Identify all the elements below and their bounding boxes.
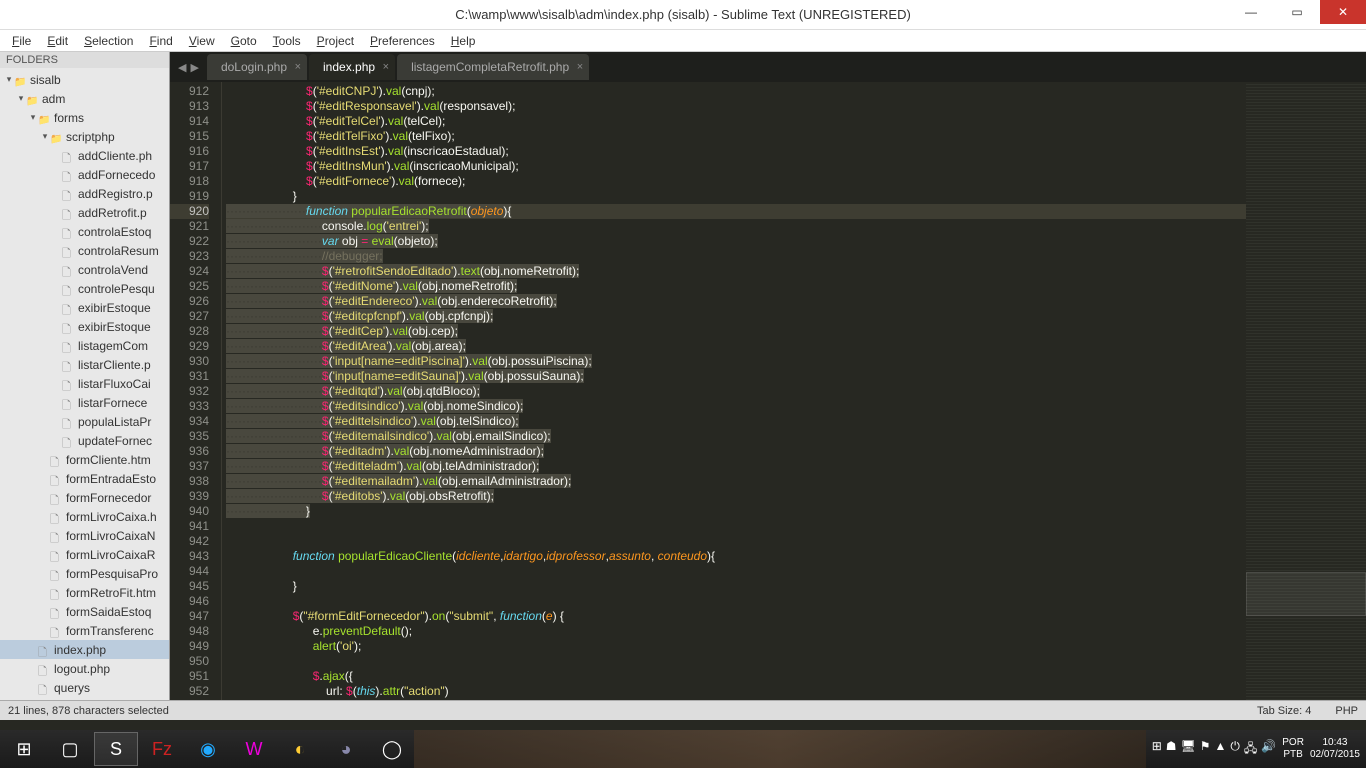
tray-lang[interactable]: PORPTB — [1282, 737, 1304, 761]
file-item[interactable]: formEntradaEsto — [0, 469, 169, 488]
system-tray[interactable]: ⊞ ☗ 🖥 ⚑ ▲ ⏻ 🖧 🔊 PORPTB 10:4302/07/2015 — [1146, 737, 1366, 761]
status-lang[interactable]: PHP — [1335, 705, 1358, 717]
tab-close-icon[interactable]: × — [577, 61, 583, 73]
sidebar-header: FOLDERS — [0, 52, 169, 68]
menu-project[interactable]: Project — [309, 34, 362, 48]
app-icon[interactable]: ◐ — [278, 732, 322, 766]
tabstrip: ◀ ▶ doLogin.php×index.php×listagemComple… — [170, 52, 1366, 82]
menu-preferences[interactable]: Preferences — [362, 34, 443, 48]
file-item[interactable]: formCliente.htm — [0, 450, 169, 469]
file-item[interactable]: exibirEstoque — [0, 298, 169, 317]
file-item[interactable]: controlaEstoq — [0, 222, 169, 241]
file-item[interactable]: index.php — [0, 640, 169, 659]
taskbar-bg — [414, 730, 1146, 768]
file-item[interactable]: querys — [0, 678, 169, 697]
folder-item[interactable]: ▾forms — [0, 108, 169, 127]
file-item[interactable]: formRetroFit.htm — [0, 583, 169, 602]
folder-item[interactable]: ▾scriptphp — [0, 127, 169, 146]
file-item[interactable]: listarFluxoCai — [0, 374, 169, 393]
file-item[interactable]: controlePesqu — [0, 279, 169, 298]
menu-find[interactable]: Find — [141, 34, 180, 48]
editor[interactable]: 9129139149159169179189199209219229239249… — [170, 82, 1366, 700]
wamp-icon[interactable]: W — [232, 732, 276, 766]
file-item[interactable]: controlaVend — [0, 260, 169, 279]
tab-right-icon[interactable]: ▶ — [190, 61, 198, 74]
maximize-button[interactable]: ▭ — [1274, 0, 1320, 24]
file-item[interactable]: formSaidaEstoq — [0, 602, 169, 621]
file-item[interactable]: addRegistro.p — [0, 184, 169, 203]
menu-edit[interactable]: Edit — [39, 34, 76, 48]
code-area[interactable]: $('#editCNPJ').val(cnpj); $('#editRespon… — [222, 82, 1246, 700]
tab-left-icon[interactable]: ◀ — [178, 61, 186, 74]
tray-icon[interactable]: ⏻ — [1230, 739, 1240, 760]
file-item[interactable]: listarCliente.p — [0, 355, 169, 374]
titlebar: C:\wamp\www\sisalb\adm\index.php (sisalb… — [0, 0, 1366, 30]
file-item[interactable]: formLivroCaixa.h — [0, 507, 169, 526]
file-item[interactable]: formLivroCaixaR — [0, 545, 169, 564]
tray-clock[interactable]: 10:4302/07/2015 — [1310, 737, 1360, 761]
chrome-icon[interactable]: ◯ — [370, 732, 414, 766]
tray-icon[interactable]: ⚑ — [1200, 739, 1211, 760]
menu-file[interactable]: File — [4, 34, 39, 48]
taskbar-apps: ⊞ ▢ S Fz ◉ W ◐ ◕ ◯ — [0, 732, 414, 766]
eclipse-icon[interactable]: ◕ — [324, 732, 368, 766]
file-item[interactable]: addRetrofit.p — [0, 203, 169, 222]
tray-icon[interactable]: ☗ — [1166, 739, 1177, 760]
start-button[interactable]: ⊞ — [2, 732, 46, 766]
tab-listagemCompletaRetrofit-php[interactable]: listagemCompletaRetrofit.php× — [397, 54, 589, 80]
tab-index-php[interactable]: index.php× — [309, 54, 395, 80]
menu-view[interactable]: View — [181, 34, 223, 48]
editor-zone: ◀ ▶ doLogin.php×index.php×listagemComple… — [170, 52, 1366, 700]
workspace: FOLDERS ▾sisalb▾adm▾forms▾scriptphpaddCl… — [0, 52, 1366, 700]
menubar: File Edit Selection Find View Goto Tools… — [0, 30, 1366, 52]
tab-doLogin-php[interactable]: doLogin.php× — [207, 54, 307, 80]
file-item[interactable]: formPesquisaPro — [0, 564, 169, 583]
close-button[interactable]: ✕ — [1320, 0, 1366, 24]
window-controls: — ▭ ✕ — [1228, 0, 1366, 24]
folder-item[interactable]: ▾sisalb — [0, 70, 169, 89]
tray-icon[interactable]: ▲ — [1215, 739, 1227, 760]
file-item[interactable]: logout.php — [0, 659, 169, 678]
file-item[interactable]: listagemCom — [0, 336, 169, 355]
file-item[interactable]: addCliente.ph — [0, 146, 169, 165]
tray-icon[interactable]: 🖧 — [1244, 739, 1257, 760]
sublime-icon[interactable]: S — [94, 732, 138, 766]
minimize-button[interactable]: — — [1228, 0, 1274, 24]
menu-goto[interactable]: Goto — [223, 34, 265, 48]
volume-icon[interactable]: 🔊 — [1261, 739, 1276, 760]
file-item[interactable]: exibirEstoque — [0, 317, 169, 336]
filezilla-icon[interactable]: Fz — [140, 732, 184, 766]
window-title: C:\wamp\www\sisalb\adm\index.php (sisalb… — [455, 7, 911, 22]
tray-icons[interactable]: ⊞ ☗ 🖥 ⚑ ▲ ⏻ 🖧 🔊 — [1152, 739, 1277, 760]
status-selection: 21 lines, 878 characters selected — [8, 705, 169, 717]
menu-selection[interactable]: Selection — [76, 34, 141, 48]
file-item[interactable]: formLivroCaixaN — [0, 526, 169, 545]
menu-help[interactable]: Help — [443, 34, 484, 48]
folder-item[interactable]: ▾adm — [0, 89, 169, 108]
tray-icon[interactable]: ⊞ — [1152, 739, 1162, 760]
tab-close-icon[interactable]: × — [383, 61, 389, 73]
file-item[interactable]: formTransferenc — [0, 621, 169, 640]
statusbar: 21 lines, 878 characters selected Tab Si… — [0, 700, 1366, 720]
tray-icon[interactable]: 🖥 — [1181, 739, 1196, 760]
menu-tools[interactable]: Tools — [265, 34, 309, 48]
tab-close-icon[interactable]: × — [295, 61, 301, 73]
status-tabsize[interactable]: Tab Size: 4 — [1257, 705, 1311, 717]
sidebar: FOLDERS ▾sisalb▾adm▾forms▾scriptphpaddCl… — [0, 52, 170, 700]
tab-nav: ◀ ▶ — [178, 61, 199, 74]
file-item[interactable]: formFornecedor — [0, 488, 169, 507]
task-view-icon[interactable]: ▢ — [48, 732, 92, 766]
file-item[interactable]: listarFornece — [0, 393, 169, 412]
teamviewer-icon[interactable]: ◉ — [186, 732, 230, 766]
folder-tree[interactable]: ▾sisalb▾adm▾forms▾scriptphpaddCliente.ph… — [0, 68, 169, 699]
file-item[interactable]: updateFornec — [0, 431, 169, 450]
file-item[interactable]: populaListaPr — [0, 412, 169, 431]
gutter: 9129139149159169179189199209219229239249… — [170, 82, 222, 700]
taskbar: ⊞ ▢ S Fz ◉ W ◐ ◕ ◯ ⊞ ☗ 🖥 ⚑ ▲ ⏻ 🖧 🔊 PORPT… — [0, 730, 1366, 768]
minimap[interactable] — [1246, 82, 1366, 700]
file-item[interactable]: controlaResum — [0, 241, 169, 260]
file-item[interactable]: addFornecedo — [0, 165, 169, 184]
minimap-viewport[interactable] — [1246, 572, 1366, 616]
